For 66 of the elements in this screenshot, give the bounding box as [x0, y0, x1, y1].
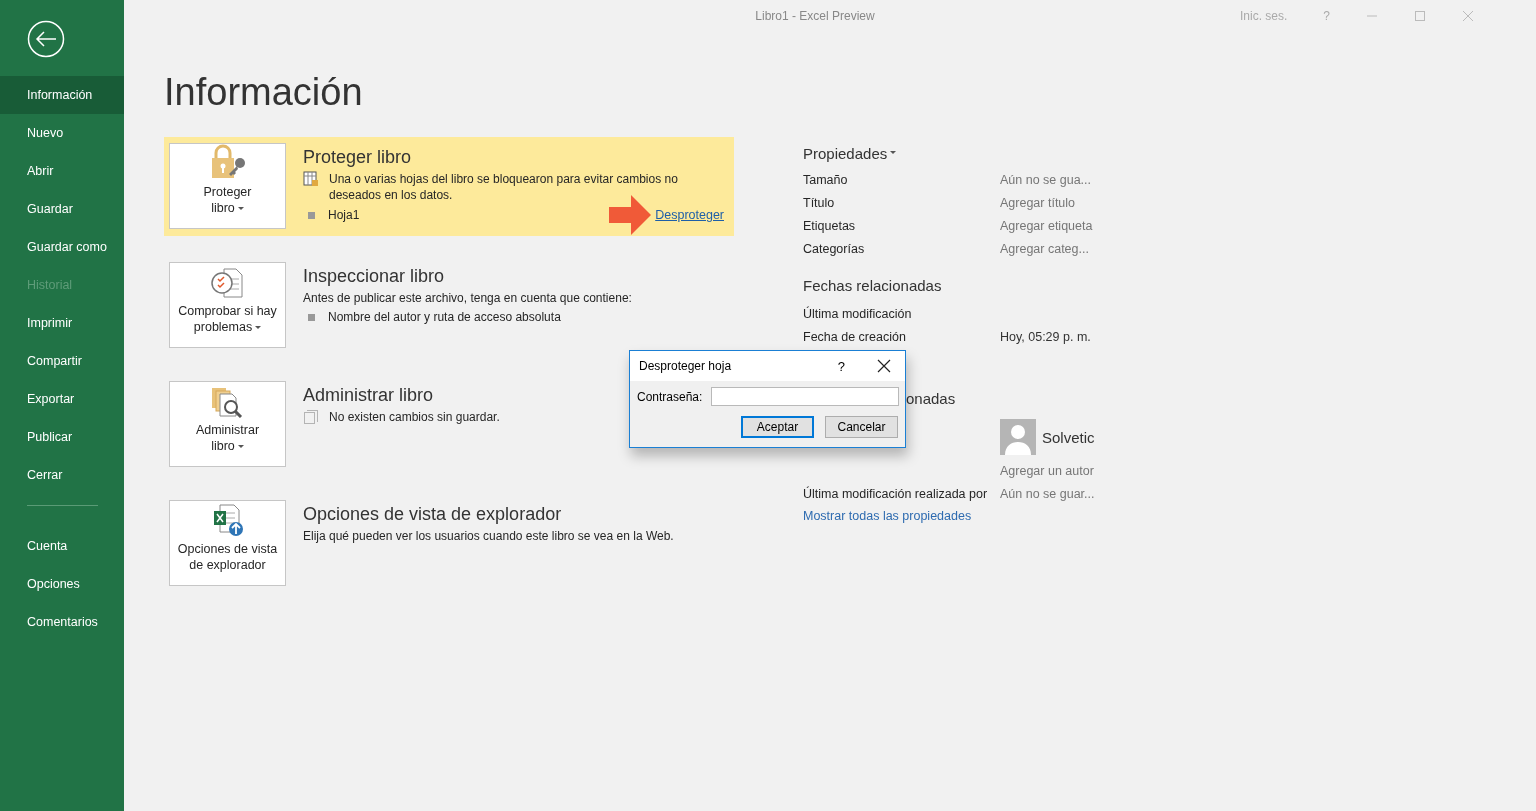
property-value: Aún no se guar... — [1000, 486, 1095, 501]
caret-icon — [890, 151, 897, 155]
property-label: Categorías — [803, 241, 866, 256]
properties-heading[interactable]: Propiedades — [803, 144, 888, 162]
dialog-button[interactable]: Cancelar — [825, 416, 898, 438]
property-label: Última modificación realizada por — [803, 486, 989, 501]
property-value[interactable]: Aún no se gua... — [1000, 172, 1092, 187]
section-button[interactable]: Proteger libro — [169, 143, 286, 229]
section-description: Elija qué pueden ver los usuarios cuando este libro se vea en la Web. — [303, 528, 674, 544]
close-icon[interactable] — [877, 359, 891, 373]
show-all-properties-link[interactable]: Mostrar todas las propiedades — [803, 509, 1123, 523]
unprotect-link[interactable]: Desproteger — [655, 208, 724, 222]
checklist-document-icon — [209, 267, 246, 299]
section-description: Una o varias hojas del libro se bloquearon para evitar cambios no deseados en los datos. — [329, 171, 679, 203]
sidebar-item[interactable]: Exportar — [0, 380, 124, 418]
pointer-arrow — [609, 195, 652, 235]
help-button[interactable]: ? — [837, 358, 845, 374]
section-button[interactable]: Administrar libro — [169, 381, 286, 467]
sidebar-item[interactable]: Información — [0, 76, 124, 114]
password-field[interactable] — [711, 387, 899, 406]
property-value[interactable]: Agregar categ... — [1000, 241, 1089, 256]
section-title: Administrar libro — [303, 385, 434, 406]
page-title: Información — [164, 70, 364, 115]
section-button[interactable]: Comprobar si hay problemas — [169, 262, 286, 348]
sidebar-item[interactable]: Abrir — [0, 152, 124, 190]
window-title: Libro1 - Excel Preview — [755, 9, 875, 23]
sidebar-item[interactable]: Publicar — [0, 418, 124, 456]
sidebar-item[interactable]: Guardar — [0, 190, 124, 228]
section-description: No existen cambios sin guardar. — [329, 409, 500, 425]
section-heading: Fechas relacionadas — [803, 277, 943, 296]
property-label: Tamaño — [803, 172, 849, 187]
bullet-text: Hoja1 — [328, 208, 360, 222]
sidebar-item[interactable]: Cuenta — [0, 527, 124, 565]
section-description: Antes de publicar este archivo, tenga en cuenta que contiene: — [303, 290, 632, 306]
bullet-icon — [308, 313, 315, 321]
dotted-document-icon — [303, 409, 319, 425]
property-label: Fecha de creación — [803, 329, 907, 344]
avatar-icon — [1000, 419, 1036, 455]
property-label: Etiquetas — [803, 218, 857, 233]
back-button[interactable] — [27, 20, 65, 58]
sidebar-item[interactable]: Nuevo — [0, 114, 124, 152]
sidebar-item[interactable]: Imprimir — [0, 304, 124, 342]
section-heading: onadas — [905, 390, 957, 409]
dialog-button[interactable]: Aceptar — [741, 416, 814, 438]
dialog-title: Desproteger hoja — [639, 359, 733, 373]
bullet-icon — [308, 211, 315, 219]
property-label: Última modificación — [803, 306, 913, 321]
sidebar-item[interactable]: Cerrar — [0, 456, 124, 494]
bullet-text: Nombre del autor y ruta de acceso absoluta — [328, 310, 561, 324]
property-value[interactable]: Agregar título — [1000, 195, 1076, 210]
section-title: Proteger libro — [303, 147, 412, 168]
add-author-field[interactable]: Agregar un autor — [1000, 463, 1094, 478]
section-button[interactable]: Opciones de vista de explorador — [169, 500, 286, 586]
section-title: Inspeccionar libro — [303, 266, 445, 287]
section-title: Opciones de vista de explorador — [303, 504, 562, 525]
property-label: Título — [803, 195, 836, 210]
sidebar-item[interactable]: Guardar como — [0, 228, 124, 266]
property-value[interactable]: Agregar etiqueta — [1000, 218, 1093, 233]
author-name: Solvetic — [1042, 428, 1095, 446]
sidebar-item[interactable]: Comentarios — [0, 603, 124, 641]
property-value: Hoy, 05:29 p. m. — [1000, 329, 1091, 344]
locked-sheet-icon — [303, 171, 319, 187]
field-label: Contraseña: — [637, 389, 703, 404]
sidebar-item[interactable]: Compartir — [0, 342, 124, 380]
sidebar-item[interactable]: Opciones — [0, 565, 124, 603]
maximize-icon[interactable] — [1414, 10, 1426, 22]
